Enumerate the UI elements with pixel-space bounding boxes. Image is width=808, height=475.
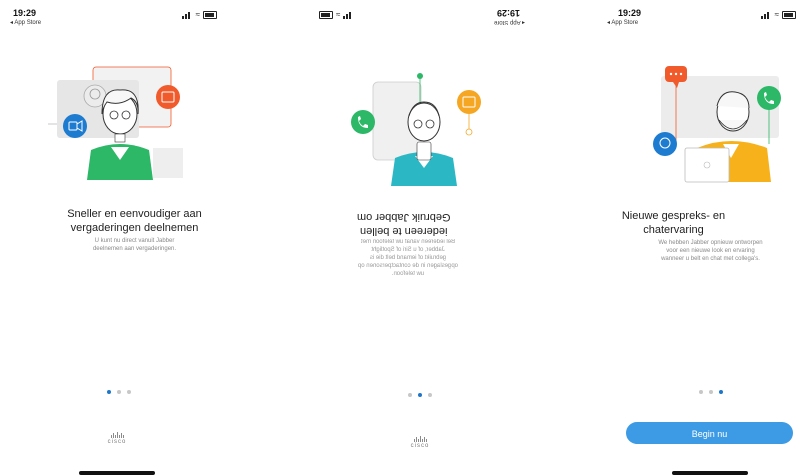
back-to-app-store-link[interactable]: ◂ App Store [607, 19, 638, 26]
title-line: vergaderingen deelnemen [70, 222, 199, 234]
desc-line: deelnemen aan vergaderingen. [92, 246, 177, 252]
status-time: 19:29 [497, 8, 521, 18]
calendar-icon [156, 85, 180, 109]
desc-line: opgeslagen in de contactpersonen op [357, 263, 459, 269]
phone-icon [351, 110, 375, 134]
home-indicator[interactable] [79, 471, 155, 475]
screen-title: Gebruik Jabber om iedereen te bellen [269, 210, 539, 238]
desc-line: uw telefoon. [391, 271, 425, 277]
title-line: Nieuwe gespreks- en [621, 210, 726, 222]
status-bar: ≈ 19:29 ◂ App Store [269, 8, 539, 30]
video-icon [63, 114, 87, 138]
page-dot[interactable] [117, 390, 121, 394]
system-icons: ≈ [319, 11, 354, 19]
title-line: iedereen te bellen [360, 225, 448, 237]
meeting-illustration [48, 66, 183, 180]
chat-illustration [653, 66, 781, 183]
page-indicator[interactable] [699, 390, 723, 394]
screen-title: Nieuwe gespreks- en chatervaring [539, 209, 808, 237]
signal-icon [181, 11, 193, 19]
desc-line: U kunt nu direct vanuit Jabber [94, 238, 175, 244]
cisco-logo: cisco [403, 436, 437, 449]
page-dot[interactable] [719, 390, 723, 394]
mail-icon [457, 90, 481, 114]
cisco-wordmark: cisco [410, 443, 430, 449]
onboarding-screen-2: ≈ 19:29 ◂ App Store Gebruik Jabber om ie… [269, 0, 539, 475]
home-indicator[interactable] [672, 471, 748, 475]
chat-icon [653, 132, 677, 156]
page-indicator[interactable] [408, 393, 432, 397]
title-line: chatervaring [643, 224, 704, 236]
screen-title: Sneller en eenvoudiger aan vergaderingen… [0, 207, 269, 235]
screen-description: We hebben Jabber opnieuw ontworpen voor … [623, 239, 798, 263]
status-bar: 19:29 ◂ App Store ≈ [539, 8, 808, 30]
title-line: Gebruik Jabber om [357, 211, 451, 223]
onboarding-screen-3: 19:29 ◂ App Store ≈ Nieuwe gespreks- en … [539, 0, 808, 475]
page-indicator[interactable] [107, 390, 131, 394]
screen-description: Bel iedereen vanaf uw telefoon met Jabbe… [317, 238, 499, 278]
cisco-wordmark: cisco [107, 439, 127, 445]
battery-icon [782, 11, 796, 19]
system-icons: ≈ [760, 10, 796, 19]
status-time: 19:29 [618, 8, 642, 18]
page-dot[interactable] [107, 390, 111, 394]
desc-line: gebruikt of iemand belt die is [369, 255, 447, 261]
page-dot[interactable] [408, 393, 412, 397]
system-icons: ≈ [181, 10, 217, 19]
phone-icon [757, 86, 781, 110]
title-line: Sneller en eenvoudiger aan [67, 208, 202, 220]
desc-line: wanneer u belt en chat met collega's. [661, 256, 760, 262]
begin-now-button[interactable]: Begin nu [626, 422, 793, 444]
desc-line: Bel iedereen vanaf uw telefoon met [360, 239, 456, 245]
wifi-icon: ≈ [195, 10, 200, 19]
status-time: 19:29 [13, 8, 37, 18]
back-to-app-store-link[interactable]: ◂ App Store [10, 19, 41, 26]
onboarding-screen-1: 19:29 ◂ App Store ≈ Sneller en eenvoudig… [0, 0, 269, 475]
calling-illustration [351, 73, 481, 186]
desc-line: Jabber, of u Siri of Spotlight [371, 247, 445, 253]
signal-icon [343, 11, 354, 19]
page-dot[interactable] [428, 393, 432, 397]
page-dot[interactable] [127, 390, 131, 394]
wifi-icon: ≈ [774, 10, 779, 19]
page-dot[interactable] [709, 390, 713, 394]
status-bar: 19:29 ◂ App Store ≈ [0, 8, 269, 30]
page-dot[interactable] [699, 390, 703, 394]
signal-icon [760, 11, 772, 19]
back-to-app-store-link[interactable]: ◂ App Store [494, 19, 525, 26]
desc-line: voor een nieuwe look en ervaring [666, 248, 755, 254]
cisco-logo: cisco [100, 432, 134, 445]
wifi-icon: ≈ [336, 10, 341, 19]
screen-description: U kunt nu direct vanuit Jabber deelnemen… [40, 237, 229, 253]
battery-icon [203, 11, 217, 19]
desc-line: We hebben Jabber opnieuw ontworpen [658, 240, 763, 246]
battery-icon [319, 11, 333, 19]
page-dot[interactable] [418, 393, 422, 397]
